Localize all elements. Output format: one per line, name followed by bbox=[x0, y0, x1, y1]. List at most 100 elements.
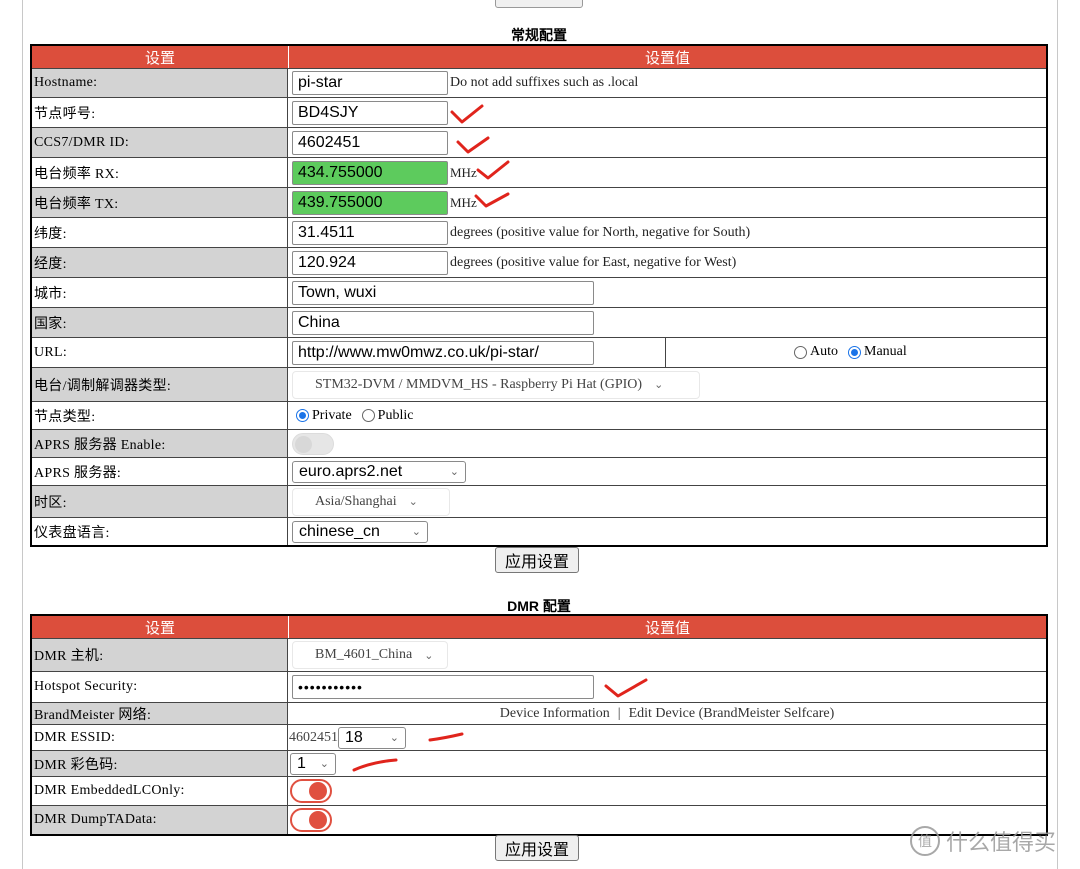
embedded-lc-label: DMR EmbeddedLCOnly: bbox=[32, 777, 288, 805]
hostname-label: Hostname: bbox=[32, 69, 288, 97]
dump-ta-toggle[interactable] bbox=[290, 808, 332, 832]
aprs-server-select[interactable]: euro.aprs2.net ⌄ bbox=[292, 460, 466, 483]
row-modem: 电台/调制解调器类型: STM32-DVM / MMDVM_HS - Raspb… bbox=[32, 367, 1046, 401]
aprs-server-label: APRS 服务器: bbox=[32, 458, 288, 485]
header-setting: 设置 bbox=[32, 616, 289, 638]
aprs-enable-toggle[interactable] bbox=[292, 432, 334, 455]
dmr-apply-button[interactable]: 应用设置 bbox=[495, 835, 580, 861]
tx-label: 电台频率 TX: bbox=[32, 188, 288, 217]
row-color-code: DMR 彩色码: 1 ⌄ bbox=[32, 750, 1046, 776]
row-language: 仪表盘语言: chinese_cn ⌄ bbox=[32, 517, 1046, 545]
chevron-down-icon: ⌄ bbox=[654, 378, 664, 391]
radio-off-icon bbox=[361, 409, 375, 422]
language-select[interactable]: chinese_cn ⌄ bbox=[292, 520, 428, 543]
country-input[interactable]: China bbox=[292, 310, 594, 335]
hotspot-security-password[interactable]: ••••••••••• bbox=[292, 675, 594, 699]
dump-ta-label: DMR DumpTAData: bbox=[32, 806, 288, 834]
dmr-essid-label: DMR ESSID: bbox=[32, 725, 288, 750]
embedded-lc-toggle[interactable] bbox=[290, 779, 332, 803]
rx-unit: MHz bbox=[450, 164, 477, 180]
row-dmr-essid: DMR ESSID: 4602451 18 ⌄ bbox=[32, 724, 1046, 750]
row-dmr-master: DMR 主机: BM_4601_China ⌄ bbox=[32, 638, 1046, 671]
row-callsign: 节点呼号: BD4SJY bbox=[32, 97, 1046, 127]
color-code-select[interactable]: 1 ⌄ bbox=[290, 752, 336, 775]
color-code-label: DMR 彩色码: bbox=[32, 751, 288, 776]
link-separator: | bbox=[617, 705, 621, 721]
row-dump-ta: DMR DumpTAData: bbox=[32, 805, 1046, 834]
header-value: 设置值 bbox=[644, 50, 690, 67]
country-label: 国家: bbox=[32, 308, 288, 337]
chevron-down-icon: ⌄ bbox=[319, 757, 329, 770]
rx-label: 电台频率 RX: bbox=[32, 158, 288, 187]
dmr-master-select[interactable]: BM_4601_China ⌄ bbox=[292, 641, 448, 669]
url-input[interactable]: http://www.mw0mwz.co.uk/pi-star/ bbox=[292, 340, 594, 365]
row-bm-network: BrandMeister 网络: Device Information | Ed… bbox=[32, 702, 1046, 724]
watermark-logo-icon: 值 bbox=[910, 826, 940, 856]
row-embedded-lc: DMR EmbeddedLCOnly: bbox=[32, 776, 1046, 805]
header-setting: 设置 bbox=[32, 46, 289, 68]
row-longitude: 经度: 120.924 degrees (positive value for … bbox=[32, 247, 1046, 277]
row-url: URL: http://www.mw0mwz.co.uk/pi-star/ Au… bbox=[32, 337, 1046, 367]
bm-network-label: BrandMeister 网络: bbox=[32, 703, 288, 724]
row-rx-freq: 电台频率 RX: 434.755000 MHz bbox=[32, 157, 1046, 187]
node-type-label: 节点类型: bbox=[32, 402, 288, 429]
url-auto-radio[interactable]: Auto bbox=[794, 344, 838, 360]
row-node-type: 节点类型: Private Public bbox=[32, 401, 1046, 429]
general-config-table: 设置 设置值 Hostname: pi-star Do not add suff… bbox=[30, 44, 1048, 547]
dmr-master-label: DMR 主机: bbox=[32, 639, 288, 671]
callsign-label: 节点呼号: bbox=[32, 98, 288, 127]
chevron-down-icon: ⌄ bbox=[389, 731, 399, 744]
row-aprs-enable: APRS 服务器 Enable: bbox=[32, 429, 1046, 457]
essid-select[interactable]: 18 ⌄ bbox=[338, 726, 406, 749]
dmr-id-input[interactable]: 4602451 bbox=[292, 130, 448, 155]
row-hostname: Hostname: pi-star Do not add suffixes su… bbox=[32, 68, 1046, 97]
radio-on-icon bbox=[848, 345, 861, 359]
row-hotspot-security: Hotspot Security: ••••••••••• bbox=[32, 671, 1046, 702]
general-apply-button[interactable]: 应用设置 bbox=[495, 547, 580, 573]
tx-unit: MHz bbox=[450, 194, 477, 210]
timezone-select[interactable]: Asia/Shanghai ⌄ bbox=[292, 487, 450, 516]
chevron-down-icon: ⌄ bbox=[408, 495, 418, 508]
watermark: 值 什么值得买 bbox=[910, 825, 1056, 857]
row-country: 国家: China bbox=[32, 307, 1046, 337]
page-border-left bbox=[22, 0, 23, 869]
row-aprs-server: APRS 服务器: euro.aprs2.net ⌄ bbox=[32, 457, 1046, 485]
latitude-label: 纬度: bbox=[32, 218, 288, 247]
table-header: 设置 设置值 bbox=[32, 46, 1046, 68]
url-manual-radio[interactable]: Manual bbox=[848, 344, 907, 360]
timezone-label: 时区: bbox=[32, 486, 288, 517]
device-information-link[interactable]: Device Information bbox=[500, 706, 610, 722]
chevron-down-icon: ⌄ bbox=[424, 648, 434, 662]
row-tx-freq: 电台频率 TX: 439.755000 MHz bbox=[32, 187, 1046, 217]
rx-frequency-input[interactable]: 434.755000 bbox=[292, 160, 448, 185]
url-mode-radios: Auto Manual bbox=[794, 344, 917, 360]
callsign-input[interactable]: BD4SJY bbox=[292, 100, 448, 125]
dmr-config-table: 设置 设置值 DMR 主机: BM_4601_China ⌄ Hotspot Se… bbox=[30, 614, 1048, 836]
row-city: 城市: Town, wuxi bbox=[32, 277, 1046, 307]
language-label: 仪表盘语言: bbox=[32, 518, 288, 545]
tx-frequency-input[interactable]: 439.755000 bbox=[292, 190, 448, 215]
edit-device-link[interactable]: Edit Device (BrandMeister Selfcare) bbox=[629, 706, 835, 722]
essid-prefix: 4602451 bbox=[289, 729, 338, 745]
longitude-hint: degrees (positive value for East, negati… bbox=[450, 254, 737, 270]
page-border-right bbox=[1057, 0, 1058, 869]
aprs-enable-label: APRS 服务器 Enable: bbox=[32, 430, 288, 457]
dmr-id-label: CCS7/DMR ID: bbox=[32, 128, 288, 157]
node-private-radio[interactable]: Private bbox=[296, 408, 352, 424]
header-value: 设置值 bbox=[644, 620, 690, 637]
hostname-input[interactable]: pi-star bbox=[292, 71, 448, 95]
node-public-radio[interactable]: Public bbox=[361, 408, 413, 424]
table-header: 设置 设置值 bbox=[32, 616, 1046, 638]
url-label: URL: bbox=[32, 338, 288, 367]
longitude-input[interactable]: 120.924 bbox=[292, 250, 448, 275]
modem-select[interactable]: STM32-DVM / MMDVM_HS - Raspberry Pi Hat … bbox=[292, 370, 700, 399]
latitude-hint: degrees (positive value for North, negat… bbox=[450, 224, 751, 240]
chevron-down-icon: ⌄ bbox=[411, 525, 421, 538]
radio-off-icon bbox=[794, 345, 807, 359]
row-latitude: 纬度: 31.4511 degrees (positive value for … bbox=[32, 217, 1046, 247]
city-input[interactable]: Town, wuxi bbox=[292, 280, 594, 305]
city-label: 城市: bbox=[32, 278, 288, 307]
previous-apply-button[interactable] bbox=[495, 0, 583, 8]
latitude-input[interactable]: 31.4511 bbox=[292, 220, 448, 245]
radio-on-icon bbox=[296, 409, 309, 422]
